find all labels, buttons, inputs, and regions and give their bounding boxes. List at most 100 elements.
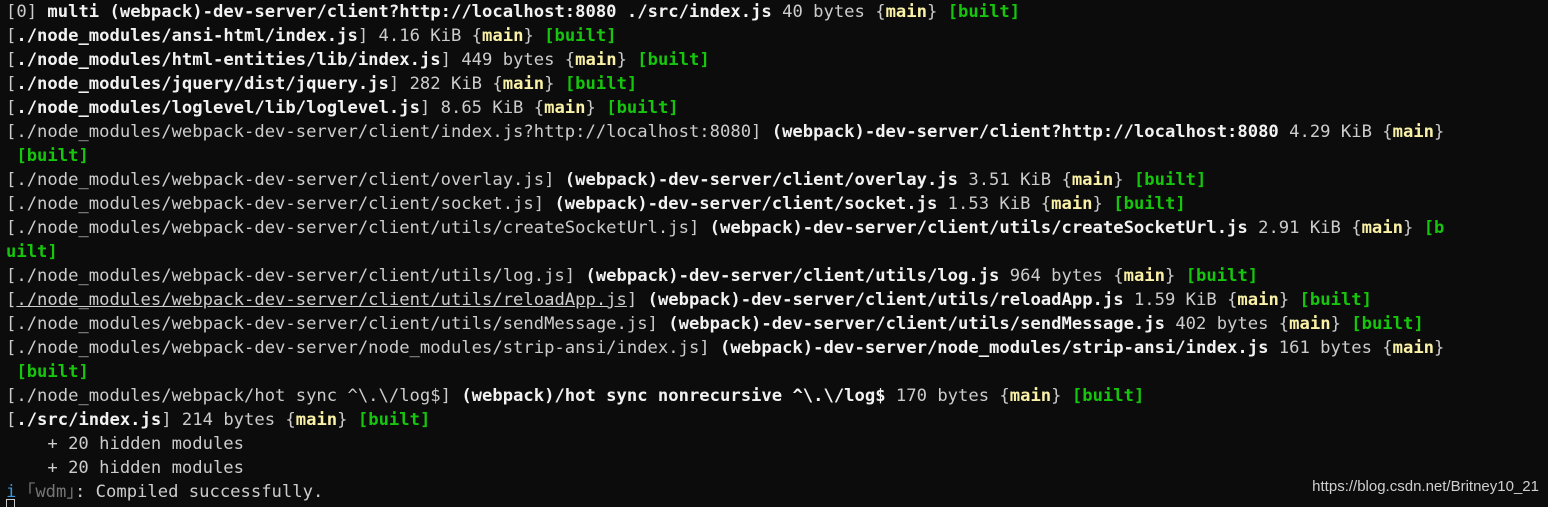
bold-text: ./node_modules/loglevel/lib/loglevel.js — [16, 98, 420, 118]
terminal-line: [./node_modules/webpack-dev-server/clien… — [6, 192, 1548, 216]
terminal-text: } — [1092, 194, 1114, 214]
terminal-text: } — [544, 74, 565, 94]
built-tag: [built] — [1299, 290, 1372, 310]
built-tag: [built] — [544, 26, 617, 46]
built-tag: [built] — [16, 362, 89, 382]
terminal-text: [./node_modules/webpack-dev-server/clien… — [6, 266, 586, 286]
module-path-link: ./node_modules/webpack-dev-server/client… — [16, 290, 627, 310]
built-tag: [built] — [564, 74, 638, 94]
terminal-line: [./src/index.js] 214 bytes {main} [built… — [6, 408, 1548, 432]
terminal-line: [./node_modules/webpack-dev-server/clien… — [6, 288, 1548, 312]
terminal-text: } — [337, 410, 358, 430]
built-tag: [built] — [1351, 314, 1424, 334]
terminal-text: [./node_modules/webpack-dev-server/clien… — [6, 170, 565, 190]
built-tag: [built] — [357, 410, 431, 430]
terminal-text: ] 214 bytes { — [161, 410, 296, 430]
terminal-text: } — [1402, 218, 1424, 238]
chunk-name: main — [1123, 266, 1165, 286]
terminal-text: ] — [626, 290, 648, 310]
bold-text: ./node_modules/ansi-html/index.js — [16, 26, 358, 46]
chunk-name: main — [502, 74, 545, 94]
terminal-line: [./node_modules/webpack-dev-server/clien… — [6, 168, 1548, 192]
built-tag: [built] — [947, 2, 1021, 22]
terminal-text: + 20 hidden modules — [6, 458, 244, 478]
terminal-line: [./node_modules/webpack/hot sync ^\.\/lo… — [6, 384, 1548, 408]
terminal-line: [./node_modules/ansi-html/index.js] 4.16… — [6, 24, 1548, 48]
terminal-text: 3.51 KiB { — [958, 170, 1072, 190]
terminal-text: [0] — [6, 2, 48, 22]
terminal-text: [ — [6, 98, 17, 118]
terminal-text: } — [1330, 314, 1352, 334]
terminal-cursor — [6, 499, 15, 507]
terminal-text: } — [926, 2, 948, 22]
terminal-text: ] 4.16 KiB { — [357, 26, 483, 46]
bold-text: (webpack)-dev-server/client?http://local… — [771, 122, 1279, 142]
terminal-text: [ — [6, 410, 17, 430]
terminal-line: [./node_modules/webpack-dev-server/clien… — [6, 120, 1548, 144]
terminal-text: } — [1113, 170, 1134, 190]
terminal-line: [./node_modules/webpack-dev-server/node_… — [6, 336, 1548, 360]
bold-text: (webpack)-dev-server/client/socket.js — [554, 194, 938, 214]
chunk-name: main — [482, 26, 524, 46]
chunk-name: main — [1392, 338, 1435, 358]
built-tag: [b — [1423, 218, 1445, 238]
chunk-name: main — [1009, 386, 1052, 406]
bold-text: multi (webpack)-dev-server/client?http:/… — [47, 2, 772, 22]
bold-text: (webpack)-dev-server/client/utils/log.js — [585, 266, 1000, 286]
terminal-text: [ — [6, 26, 17, 46]
terminal-text: ] 449 bytes { — [440, 50, 576, 70]
terminal-line: [0] multi (webpack)-dev-server/client?ht… — [6, 0, 1548, 24]
terminal-text: ] 282 KiB { — [388, 74, 503, 94]
terminal-text: 2.91 KiB { — [1247, 218, 1362, 238]
built-tag: [built] — [1071, 386, 1145, 406]
bold-text: ./node_modules/jquery/dist/jquery.js — [16, 74, 389, 94]
terminal-text: 1.59 KiB { — [1123, 290, 1238, 310]
terminal-line: [./node_modules/html-entities/lib/index.… — [6, 48, 1548, 72]
chunk-name: main — [1237, 290, 1279, 310]
bold-text: (webpack)-dev-server/node_modules/strip-… — [720, 338, 1269, 358]
terminal-text: [./node_modules/webpack-dev-server/clien… — [6, 194, 555, 214]
built-tag: [built] — [1133, 170, 1207, 190]
terminal-text: } — [1278, 290, 1300, 310]
terminal-line: [./node_modules/webpack-dev-server/clien… — [6, 264, 1548, 288]
terminal-text: 402 bytes { — [1164, 314, 1290, 334]
chunk-name: main — [1051, 194, 1093, 214]
terminal-text: 1.53 KiB { — [937, 194, 1052, 214]
terminal-text: } — [616, 50, 638, 70]
terminal-text: [./node_modules/webpack-dev-server/node_… — [6, 338, 720, 358]
terminal-text: 40 bytes { — [771, 2, 886, 22]
bold-text: (webpack)/hot sync nonrecursive ^\.\/log… — [461, 386, 886, 406]
terminal-text: [./node_modules/webpack-dev-server/clien… — [6, 218, 710, 238]
terminal-line: [built] — [6, 360, 1548, 384]
terminal-text: } — [1051, 386, 1072, 406]
bold-text: (webpack)-dev-server/client/overlay.js — [564, 170, 958, 190]
terminal-text: + 20 hidden modules — [6, 434, 244, 454]
terminal-text: 4.29 KiB { — [1278, 122, 1393, 142]
chunk-name: main — [1361, 218, 1403, 238]
terminal-text: } — [1165, 266, 1186, 286]
terminal-output: [0] multi (webpack)-dev-server/client?ht… — [6, 0, 1548, 504]
terminal-text: [ — [6, 74, 17, 94]
bold-text: ./src/index.js — [16, 410, 162, 430]
terminal-line: [./node_modules/loglevel/lib/loglevel.js… — [6, 96, 1548, 120]
chunk-name: main — [1289, 314, 1331, 334]
terminal-window[interactable]: [0] multi (webpack)-dev-server/client?ht… — [0, 0, 1548, 507]
terminal-line: [built] — [6, 144, 1548, 168]
chunk-name: main — [1392, 122, 1435, 142]
terminal-text: [./node_modules/webpack-dev-server/clien… — [6, 314, 669, 334]
terminal-line: [./node_modules/webpack-dev-server/clien… — [6, 312, 1548, 336]
terminal-line: uilt] — [6, 240, 1548, 264]
built-tag: [built] — [1185, 266, 1259, 286]
terminal-text: } — [1434, 122, 1445, 142]
bold-text: (webpack)-dev-server/client/utils/reload… — [647, 290, 1124, 310]
terminal-text: [ — [6, 50, 17, 70]
bold-text: (webpack)-dev-server/client/utils/sendMe… — [668, 314, 1165, 334]
terminal-text: } — [523, 26, 545, 46]
bold-text: (webpack)-dev-server/client/utils/create… — [709, 218, 1248, 238]
terminal-text: [ — [6, 290, 17, 310]
terminal-text: : Compiled successfully. — [74, 482, 324, 502]
terminal-text: } — [585, 98, 607, 118]
